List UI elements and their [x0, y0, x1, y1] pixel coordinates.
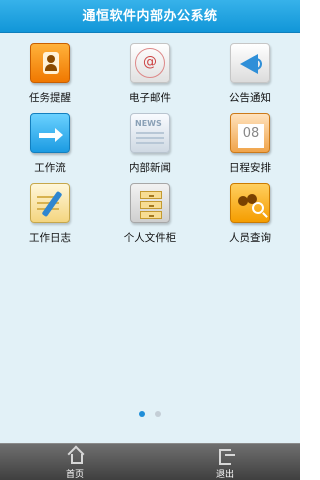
menu-item-work-log[interactable]: 工作日志: [0, 180, 100, 250]
menu-item-file-cabinet[interactable]: 个人文件柜: [100, 180, 200, 250]
task-reminder-icon: [30, 43, 70, 83]
menu-item-label: 人员查询: [229, 232, 271, 244]
exit-icon: [217, 448, 235, 465]
menu-item-internal-news[interactable]: NEWS 内部新闻: [100, 110, 200, 180]
news-icon-text: NEWS: [135, 119, 162, 128]
exit-button[interactable]: 退出: [150, 444, 300, 480]
menu-item-calendar[interactable]: 08 日程安排: [200, 110, 300, 180]
app-title: 通恒软件内部办公系统: [0, 0, 300, 33]
announcement-icon: [230, 43, 270, 83]
menu-item-email[interactable]: 电子邮件: [100, 40, 200, 110]
menu-item-label: 工作流: [34, 162, 66, 174]
menu-item-label: 日程安排: [229, 162, 271, 174]
menu-item-task-reminder[interactable]: 任务提醒: [0, 40, 100, 110]
menu-item-workflow[interactable]: 工作流: [0, 110, 100, 180]
menu-item-announcement[interactable]: 公告通知: [200, 40, 300, 110]
work-log-icon: [30, 183, 70, 223]
bottom-navigation: 首页 退出: [0, 443, 300, 480]
calendar-day-number: 08: [242, 126, 260, 141]
menu-item-label: 内部新闻: [129, 162, 171, 174]
exit-label: 退出: [215, 470, 234, 480]
app-screen: 通恒软件内部办公系统 任务提醒 电子邮件 公告通知 工作流 NEWS 内部新闻: [0, 0, 300, 480]
workflow-icon: [30, 113, 70, 153]
menu-item-label: 公告通知: [229, 92, 271, 104]
menu-item-label: 个人文件柜: [123, 232, 177, 244]
home-button[interactable]: 首页: [0, 444, 150, 480]
home-label: 首页: [65, 470, 84, 480]
menu-item-label: 工作日志: [29, 232, 71, 244]
menu-item-label: 电子邮件: [129, 92, 171, 104]
page-dot[interactable]: [154, 411, 161, 417]
email-icon: [130, 43, 170, 83]
file-cabinet-icon: [130, 183, 170, 223]
menu-item-label: 任务提醒: [29, 92, 71, 104]
page-dot-active[interactable]: [139, 411, 146, 417]
page-indicator: [0, 411, 300, 419]
people-search-icon: [230, 183, 270, 223]
calendar-icon: 08: [230, 113, 270, 153]
menu-item-people-search[interactable]: 人员查询: [200, 180, 300, 250]
internal-news-icon: NEWS: [130, 113, 170, 153]
home-icon: [67, 448, 83, 464]
